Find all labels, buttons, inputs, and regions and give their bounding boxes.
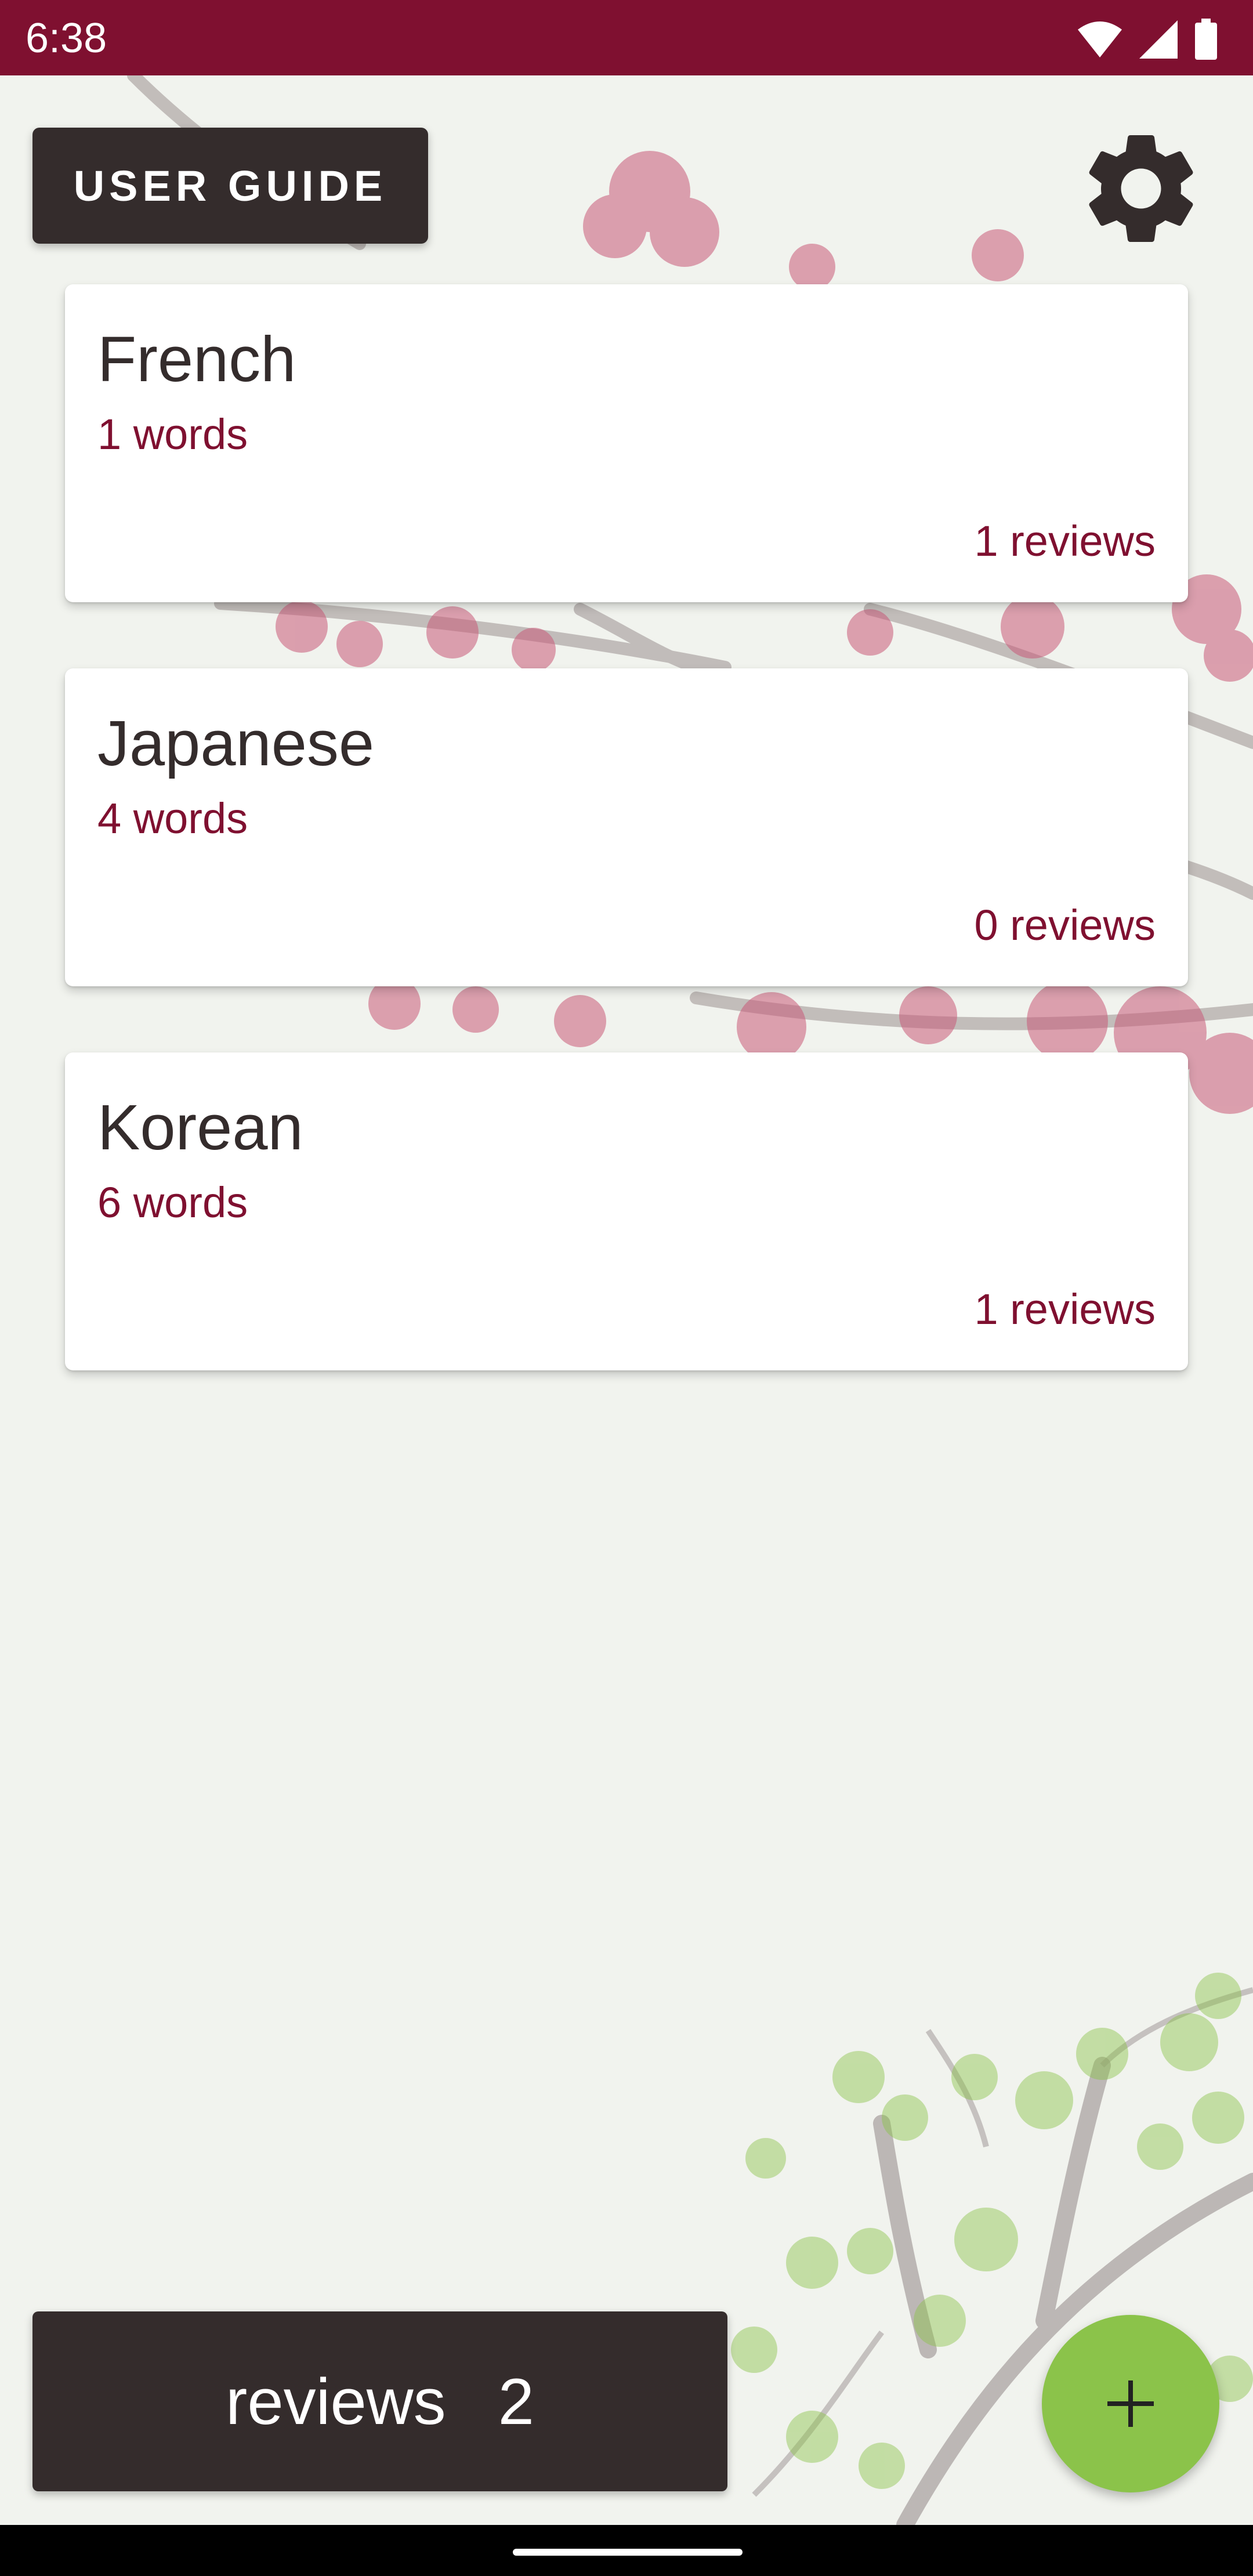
- navigation-bar: [0, 2525, 1253, 2576]
- deck-review-count: 1 reviews: [974, 1285, 1156, 1333]
- deck-review-count: 1 reviews: [974, 517, 1156, 565]
- deck-name: Korean: [97, 1092, 303, 1163]
- deck-review-count: 0 reviews: [974, 901, 1156, 949]
- deck-name: Japanese: [97, 708, 375, 779]
- deck-word-count: 1 words: [97, 410, 248, 458]
- status-bar: 6:38: [0, 0, 1253, 75]
- battery-icon: [1195, 19, 1217, 60]
- add-deck-button[interactable]: [1042, 2315, 1219, 2492]
- wifi-icon: [1078, 21, 1122, 57]
- reviews-label: reviews: [226, 2365, 446, 2438]
- deck-word-count: 6 words: [97, 1178, 248, 1227]
- status-icons: [1077, 16, 1218, 63]
- deck-card-japanese[interactable]: Japanese 4 words 0 reviews: [65, 668, 1188, 986]
- settings-button[interactable]: [1074, 122, 1208, 255]
- user-guide-button[interactable]: USER GUIDE: [32, 128, 428, 244]
- gear-icon: [1089, 135, 1193, 242]
- deck-list: French 1 words 1 reviews Japanese 4 word…: [65, 284, 1188, 1437]
- deck-card-french[interactable]: French 1 words 1 reviews: [65, 284, 1188, 602]
- status-time: 6:38: [26, 15, 107, 61]
- home-gesture-handle[interactable]: [513, 2549, 743, 2556]
- reviews-count: 2: [498, 2365, 534, 2438]
- plus-icon: [1107, 2380, 1154, 2427]
- signal-icon: [1139, 20, 1178, 59]
- start-reviews-button[interactable]: reviews 2: [32, 2311, 727, 2491]
- deck-word-count: 4 words: [97, 794, 248, 842]
- deck-name: French: [97, 324, 296, 395]
- deck-card-korean[interactable]: Korean 6 words 1 reviews: [65, 1052, 1188, 1370]
